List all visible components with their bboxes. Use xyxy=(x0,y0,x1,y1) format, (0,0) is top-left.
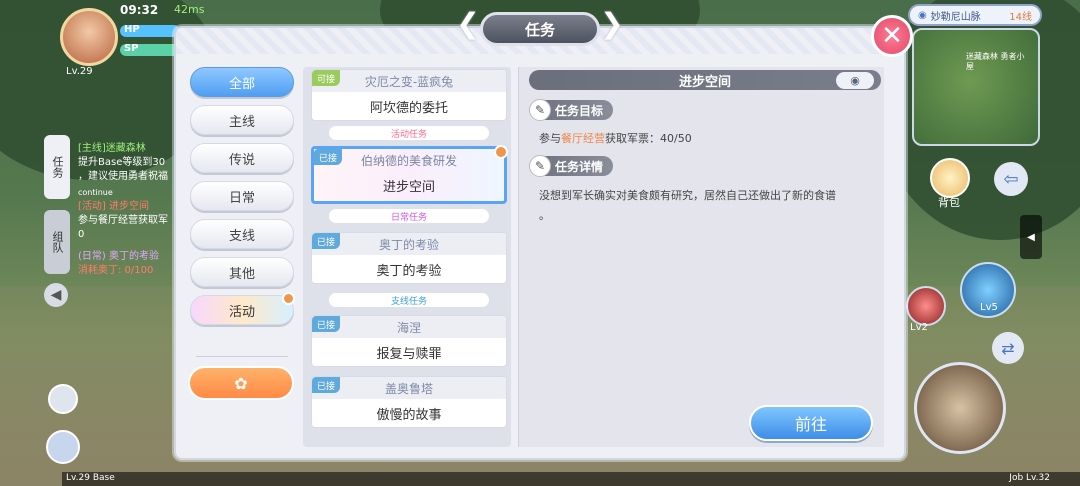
clock-icon xyxy=(494,145,508,159)
skill-lv2[interactable]: Lv2 xyxy=(910,322,928,333)
goal-header: ✎ 任务目标 xyxy=(529,99,614,121)
collapse-arrow-icon[interactable]: ◀ xyxy=(44,283,68,307)
category-tabs: 全部 主线 传说 日常 支线 其他 活动 xyxy=(190,67,295,333)
detail-title: 进步空间 xyxy=(529,70,881,90)
pet-icon[interactable] xyxy=(46,430,80,464)
info-text: 没想到军长确实对美食颇有研究，居然自己还做出了新的食谱 。 xyxy=(539,189,836,222)
location-bar[interactable]: ◉ 妙勒尼山脉 14线 xyxy=(908,4,1042,26)
job-level: Job Lv.32 xyxy=(1009,473,1050,483)
info-header: ✎ 任务详情 xyxy=(529,155,614,177)
quest-name: 奥丁的考验 xyxy=(378,237,439,252)
quest-detail-panel: 进步空间 ◉ ✎ 任务目标 参与餐厅经营获取军票：40/50 ✎ 任务详情 没想… xyxy=(518,67,884,447)
eye-icon[interactable]: ◉ xyxy=(836,72,874,89)
minimap-label: 迷藏森林 勇者小屋 xyxy=(966,52,1025,71)
quest-name: 盖奥鲁塔 xyxy=(384,381,433,396)
tab-daily[interactable]: 日常 xyxy=(190,181,294,211)
section-label: 活动任务 xyxy=(329,126,489,140)
quest-sub: 傲慢的故事 xyxy=(376,407,442,423)
pin-icon: ✎ xyxy=(529,99,551,121)
minimap[interactable]: 迷藏森林 勇者小屋 xyxy=(912,28,1040,146)
section-label: 日常任务 xyxy=(329,209,489,223)
section-label: 支线任务 xyxy=(329,293,489,307)
quest-status-tag: 已接 xyxy=(314,149,343,165)
ping: 42ms xyxy=(174,3,205,16)
hp-label: HP xyxy=(124,24,140,35)
quest-status-tag: 已接 xyxy=(312,316,341,332)
quest-item[interactable]: 可接 灾厄之变-蓝疯兔 阿坎德的委托 xyxy=(311,69,507,121)
window-title: 任务 xyxy=(480,12,600,46)
quest-sub: 进步空间 xyxy=(382,179,435,195)
quest-status-tag: 已接 xyxy=(312,377,341,393)
go-button[interactable]: 前往 xyxy=(749,405,873,441)
quest-sub: 报复与赎罪 xyxy=(376,346,442,362)
tab-side[interactable]: 支线 xyxy=(190,219,294,249)
tab-event-label: 活动 xyxy=(228,304,255,320)
side-quest-daily[interactable]: (日常) 奥丁的考验 消耗奥丁: 0/100 xyxy=(78,250,159,278)
bag-label: 背包 xyxy=(938,196,960,209)
quest-status-tag: 可接 xyxy=(312,70,341,86)
quest-name: 灾厄之变-蓝疯兔 xyxy=(364,74,454,89)
tab-main[interactable]: 主线 xyxy=(190,105,294,135)
quest-item[interactable]: 已接 海涅 报复与赎罪 xyxy=(311,315,507,367)
goal-header-label: 任务目标 xyxy=(555,103,604,118)
swap-icon[interactable]: ⇄ xyxy=(992,332,1024,364)
quest-sub: 阿坎德的委托 xyxy=(369,100,448,116)
pin-icon: ✎ xyxy=(529,155,551,177)
compass-icon: ◉ xyxy=(918,9,927,21)
gift-icon: ✿ xyxy=(234,373,248,393)
tab-team[interactable]: 组队 xyxy=(44,210,70,274)
tab-other[interactable]: 其他 xyxy=(190,257,294,287)
gift-button[interactable]: ✿ xyxy=(188,366,294,400)
quest-item[interactable]: 已接 奥丁的考验 奥丁的考验 xyxy=(311,232,507,284)
side-quest-event[interactable]: continue [活动] 进步空间 参与餐厅经营获取军 0 xyxy=(78,186,168,242)
exp-bar: Lv.29 Base Job Lv.32 xyxy=(62,472,1080,486)
bag-icon[interactable] xyxy=(930,158,970,198)
tab-event[interactable]: 活动 xyxy=(190,292,295,325)
attack-button[interactable] xyxy=(914,362,1006,454)
emote-icon[interactable] xyxy=(48,384,78,414)
close-button[interactable]: ✕ xyxy=(871,15,913,57)
quest-status-tag: 已接 xyxy=(312,233,341,249)
goal-text: 参与餐厅经营获取军票：40/50 xyxy=(539,132,692,145)
info-header-label: 任务详情 xyxy=(555,159,604,174)
tab-all[interactable]: 全部 xyxy=(190,67,294,97)
quest-name: 伯纳德的美食研发 xyxy=(360,153,457,168)
quest-list[interactable]: 可接 灾厄之变-蓝疯兔 阿坎德的委托 活动任务 已接 伯纳德的美食研发 进步空间 日… xyxy=(303,67,511,447)
base-level: Lv.29 Base xyxy=(66,473,115,483)
sp-label: SP xyxy=(124,43,139,54)
side-quest-main[interactable]: [主线]迷藏森林 提升Base等级到30 ，建议使用勇者祝福 xyxy=(78,142,168,184)
tab-mission[interactable]: 任务 xyxy=(44,135,70,199)
player-avatar[interactable] xyxy=(60,8,118,66)
location-name: 妙勒尼山脉 xyxy=(930,11,981,23)
clock: 09:32 xyxy=(120,3,159,17)
tab-legend[interactable]: 传说 xyxy=(190,143,294,173)
expand-icon[interactable]: ◀ xyxy=(1020,215,1042,259)
skill-lv5[interactable]: Lv5 xyxy=(980,302,998,313)
quest-item[interactable]: 已接 盖奥鲁塔 傲慢的故事 xyxy=(311,376,507,428)
back-arrow-icon[interactable]: ⇦ xyxy=(994,162,1028,196)
quest-item-selected[interactable]: 已接 伯纳德的美食研发 进步空间 xyxy=(311,145,508,204)
quest-sub: 奥丁的考验 xyxy=(376,263,442,279)
notification-dot-icon xyxy=(282,292,295,305)
player-level: Lv.29 xyxy=(66,66,93,77)
quest-name: 海涅 xyxy=(396,320,421,335)
channel[interactable]: 14线 xyxy=(1009,8,1032,23)
